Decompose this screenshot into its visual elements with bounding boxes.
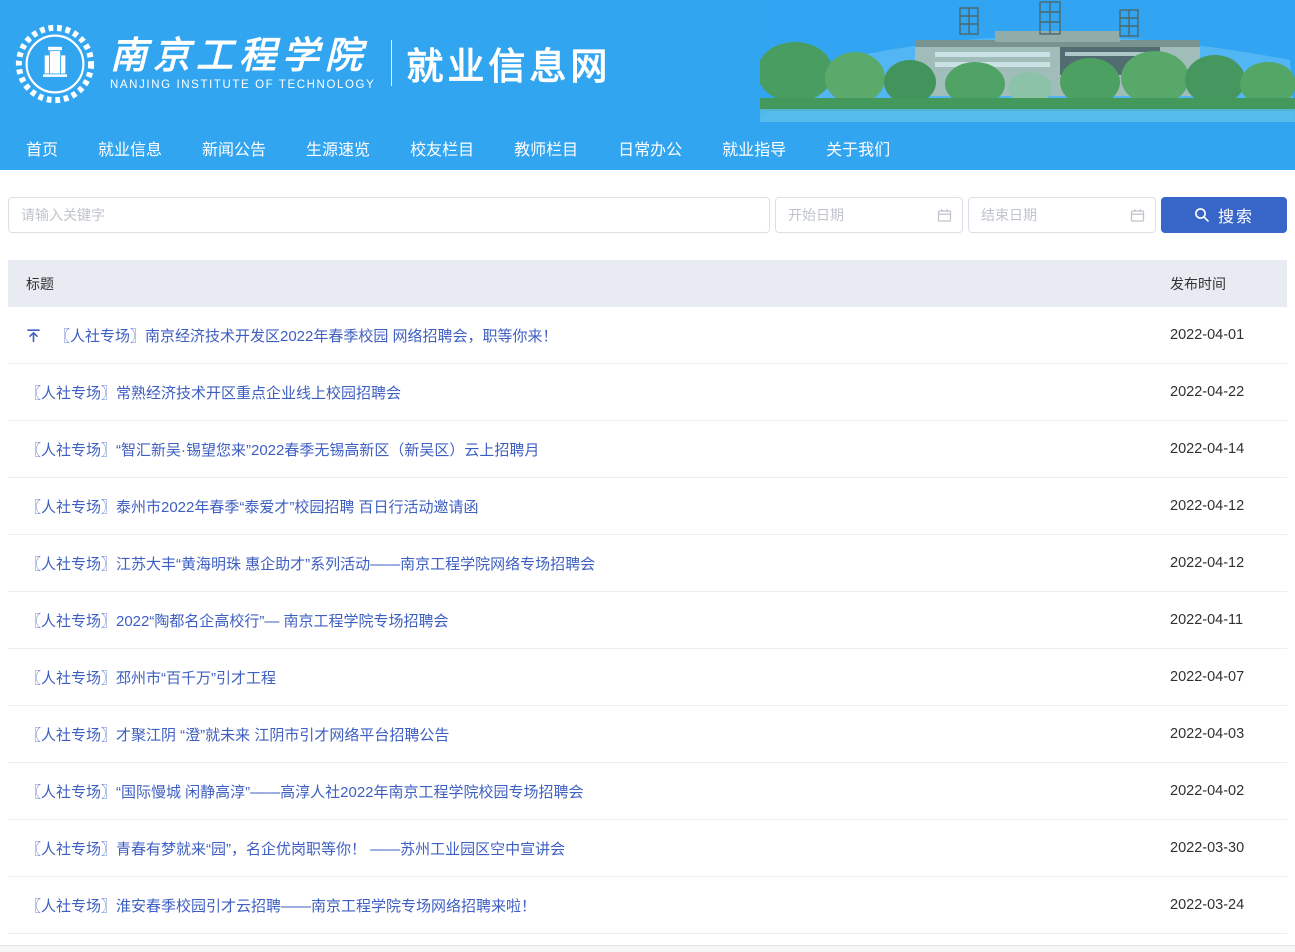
announcement-link-4[interactable]: 〖人社专场〗江苏大丰“黄海明珠 惠企助才”系列活动——南京工程学院网络专场招聘会 [26,553,595,574]
search-bar: 搜索 [8,197,1287,233]
table-row: 〖人社专场〗常熟经济技术开区重点企业线上校园招聘会 2022-04-22 [8,364,1287,421]
publish-date: 2022-03-30 [1170,840,1287,856]
table-row: 〖人社专场〗泰州市2022年春季“泰爱才”校园招聘 百日行活动邀请函 2022-0… [8,478,1287,535]
nav-item-4[interactable]: 校友栏目 [410,136,474,160]
announcement-link-0[interactable]: 〖人社专场〗南京经济技术开发区2022年春季校园 网络招聘会，职等你来！ [55,325,558,346]
brand-block: 南京工程学院 NANJING INSTITUTE OF TECHNOLOGY [110,35,375,91]
announcement-link-2[interactable]: 〖人社专场〗“智汇新吴·锡望您来”2022春季无锡高新区（新吴区）云上招聘月 [26,439,539,460]
start-date-field-wrap [775,197,963,233]
publish-date: 2022-04-01 [1170,327,1287,343]
announcement-link-7[interactable]: 〖人社专场〗才聚江阴 “澄”就未来 江阴市引才网络平台招聘公告 [26,724,449,745]
nav-item-8[interactable]: 关于我们 [826,136,890,160]
pinned-top-icon [26,328,41,343]
publish-date: 2022-04-12 [1170,555,1287,571]
search-button-label: 搜索 [1218,203,1254,227]
row-main: 〖人社专场〗邳州市“百千万”引才工程 [8,667,1170,688]
table-header: 标题 发布时间 [8,260,1287,307]
nav-item-2[interactable]: 新闻公告 [202,136,266,160]
keyword-input[interactable] [9,198,769,232]
table-row: 〖人社专场〗才聚江阴 “澄”就未来 江阴市引才网络平台招聘公告 2022-04-0… [8,706,1287,763]
publish-date: 2022-04-07 [1170,669,1287,685]
row-main: 〖人社专场〗江苏大丰“黄海明珠 惠企助才”系列活动——南京工程学院网络专场招聘会 [8,553,1170,574]
publish-date: 2022-04-14 [1170,441,1287,457]
search-button[interactable]: 搜索 [1161,197,1287,233]
brand-divider [391,40,392,86]
nav-item-3[interactable]: 生源速览 [306,136,370,160]
publish-date: 2022-03-24 [1170,897,1287,913]
table-row: 〖人社专场〗淮安春季校园引才云招聘——南京工程学院专场网络招聘来啦！ 2022-0… [8,877,1287,934]
announcement-link-10[interactable]: 〖人社专场〗淮安春季校园引才云招聘——南京工程学院专场网络招聘来啦！ [26,895,536,916]
footer-gap [0,934,1295,945]
site-title: 就业信息网 [406,36,611,90]
nav-item-5[interactable]: 教师栏目 [514,136,578,160]
footer-strip [0,945,1295,952]
row-main: 〖人社专场〗2022“陶都名企高校行”— 南京工程学院专场招聘会 [8,610,1170,631]
university-name-en: NANJING INSTITUTE OF TECHNOLOGY [110,79,375,91]
table-row: 〖人社专场〗邳州市“百千万”引才工程 2022-04-07 [8,649,1287,706]
university-seal-logo [12,21,98,107]
table-row: 〖人社专场〗“国际慢城 闲静高淳”——高淳人社2022年南京工程学院校园专场招聘… [8,763,1287,820]
column-header-title: 标题 [8,274,1170,294]
announcement-table: 标题 发布时间 〖人社专场〗南京经济技术开发区2022年春季校园 网络招聘会，职… [8,260,1287,934]
nav-item-6[interactable]: 日常办公 [618,136,682,160]
table-body: 〖人社专场〗南京经济技术开发区2022年春季校园 网络招聘会，职等你来！ 2022… [8,307,1287,934]
column-header-date: 发布时间 [1170,274,1287,294]
nav-item-7[interactable]: 就业指导 [722,136,786,160]
publish-date: 2022-04-02 [1170,783,1287,799]
end-date-input[interactable] [969,198,1155,232]
row-main: 〖人社专场〗淮安春季校园引才云招聘——南京工程学院专场网络招聘来啦！ [8,895,1170,916]
row-main: 〖人社专场〗“智汇新吴·锡望您来”2022春季无锡高新区（新吴区）云上招聘月 [8,439,1170,460]
announcement-link-1[interactable]: 〖人社专场〗常熟经济技术开区重点企业线上校园招聘会 [26,382,401,403]
announcement-link-8[interactable]: 〖人社专场〗“国际慢城 闲静高淳”——高淳人社2022年南京工程学院校园专场招聘… [26,781,584,802]
keyword-field-wrap [8,197,770,233]
publish-date: 2022-04-11 [1170,612,1287,628]
table-row: 〖人社专场〗2022“陶都名企高校行”— 南京工程学院专场招聘会 2022-04-… [8,592,1287,649]
row-main: 〖人社专场〗才聚江阴 “澄”就未来 江阴市引才网络平台招聘公告 [8,724,1170,745]
publish-date: 2022-04-03 [1170,726,1287,742]
nav-item-0[interactable]: 首页 [26,136,58,160]
university-name-cn: 南京工程学院 [110,35,375,76]
search-icon [1194,207,1210,223]
publish-date: 2022-04-22 [1170,384,1287,400]
row-main: 〖人社专场〗“国际慢城 闲静高淳”——高淳人社2022年南京工程学院校园专场招聘… [8,781,1170,802]
announcement-link-5[interactable]: 〖人社专场〗2022“陶都名企高校行”— 南京工程学院专场招聘会 [26,610,449,631]
table-row: 〖人社专场〗“智汇新吴·锡望您来”2022春季无锡高新区（新吴区）云上招聘月 20… [8,421,1287,478]
row-main: 〖人社专场〗南京经济技术开发区2022年春季校园 网络招聘会，职等你来！ [8,325,1170,346]
announcement-link-9[interactable]: 〖人社专场〗青春有梦就来“园”，名企优岗职等你！ ——苏州工业园区空中宣讲会 [26,838,565,859]
nav-item-1[interactable]: 就业信息 [98,136,162,160]
table-row: 〖人社专场〗青春有梦就来“园”，名企优岗职等你！ ——苏州工业园区空中宣讲会 20… [8,820,1287,877]
end-date-field-wrap [968,197,1156,233]
start-date-input[interactable] [776,198,962,232]
row-main: 〖人社专场〗常熟经济技术开区重点企业线上校园招聘会 [8,382,1170,403]
row-main: 〖人社专场〗青春有梦就来“园”，名企优岗职等你！ ——苏州工业园区空中宣讲会 [8,838,1170,859]
site-header: 南京工程学院 NANJING INSTITUTE OF TECHNOLOGY 就… [0,0,1295,126]
table-row: 〖人社专场〗江苏大丰“黄海明珠 惠企助才”系列活动——南京工程学院网络专场招聘会… [8,535,1287,592]
main-nav: 首页 就业信息 新闻公告 生源速览 校友栏目 教师栏目 日常办公 就业指导 关于我们 [0,126,1295,170]
row-main: 〖人社专场〗泰州市2022年春季“泰爱才”校园招聘 百日行活动邀请函 [8,496,1170,517]
table-row: 〖人社专场〗南京经济技术开发区2022年春季校园 网络招聘会，职等你来！ 2022… [8,307,1287,364]
publish-date: 2022-04-12 [1170,498,1287,514]
announcement-link-3[interactable]: 〖人社专场〗泰州市2022年春季“泰爱才”校园招聘 百日行活动邀请函 [26,496,479,517]
announcement-link-6[interactable]: 〖人社专场〗邳州市“百千万”引才工程 [26,667,276,688]
